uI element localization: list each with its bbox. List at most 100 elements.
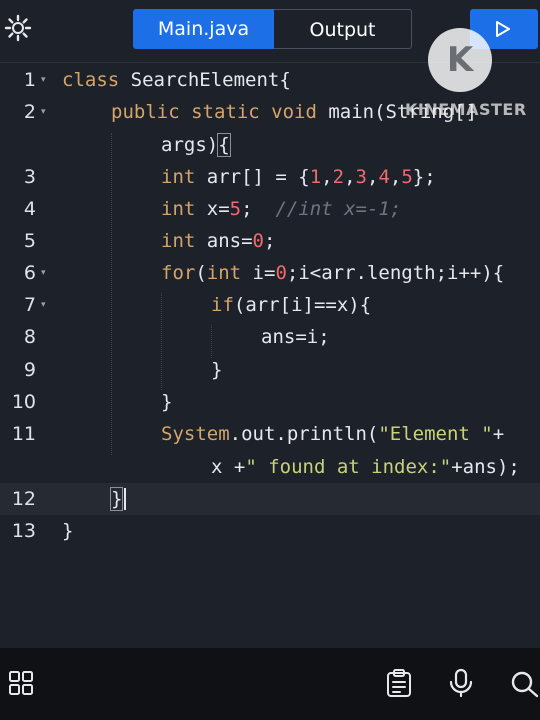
mic-icon[interactable] bbox=[448, 668, 474, 698]
code-line[interactable]: 12} bbox=[0, 483, 540, 515]
code-token: //int x=-1; bbox=[275, 198, 402, 220]
code-token: if bbox=[211, 294, 234, 316]
code-token: x= bbox=[195, 198, 230, 220]
code-text: int arr[] = {1,2,3,4,5}; bbox=[161, 161, 436, 193]
code-token: " found at index:" bbox=[245, 456, 452, 478]
code-editor[interactable]: 1 ▾ class SearchElement{2 ▾ public static vo… bbox=[0, 63, 540, 648]
code-token: , bbox=[344, 166, 356, 188]
code-text: class SearchElement{ bbox=[62, 64, 291, 96]
line-number: 12 bbox=[11, 488, 36, 510]
code-token: , bbox=[366, 166, 379, 188]
fold-arrow-icon[interactable]: ▾ bbox=[41, 96, 46, 128]
code-token: x + bbox=[211, 456, 246, 478]
code-token: int bbox=[161, 198, 196, 220]
code-line[interactable]: 8 ans=i; bbox=[0, 321, 540, 353]
line-number: 6 bbox=[23, 262, 36, 284]
code-token: 2 bbox=[332, 166, 345, 188]
code-token: for bbox=[161, 262, 196, 284]
code-text: x +" found at index:"+ans); bbox=[211, 451, 520, 483]
code-token: ans= bbox=[195, 230, 253, 252]
fold-arrow-icon[interactable]: ▾ bbox=[41, 257, 46, 289]
code-token: "Element " bbox=[378, 423, 493, 445]
code-token: int bbox=[161, 166, 196, 188]
code-token: int bbox=[206, 262, 242, 284]
fold-arrow-icon[interactable]: ▾ bbox=[41, 64, 46, 96]
search-icon[interactable] bbox=[510, 670, 540, 698]
code-token: + bbox=[492, 423, 505, 445]
code-text: } bbox=[161, 386, 172, 418]
code-token: i= bbox=[241, 262, 276, 284]
code-text: } bbox=[62, 515, 73, 547]
code-token: } bbox=[109, 487, 124, 511]
indent-guide bbox=[161, 293, 163, 390]
clipboard-icon[interactable] bbox=[385, 668, 413, 698]
line-number: 9 bbox=[23, 359, 36, 381]
code-line[interactable]: 11 System.out.println("Element "+ bbox=[0, 418, 540, 450]
code-line[interactable]: 3 int arr[] = {1,2,3,4,5}; bbox=[0, 161, 540, 193]
code-line[interactable]: 7 ▾ if(arr[i]==x){ bbox=[0, 289, 540, 321]
code-text: } bbox=[211, 354, 222, 386]
text-cursor bbox=[124, 488, 126, 510]
line-number: 2 bbox=[23, 101, 36, 123]
grid-icon[interactable] bbox=[8, 670, 34, 696]
line-number: 5 bbox=[23, 230, 36, 252]
code-token: arr[] = { bbox=[195, 166, 310, 188]
code-token: class bbox=[62, 69, 120, 91]
code-token: args) bbox=[161, 134, 219, 156]
code-token: 0 bbox=[252, 230, 264, 252]
code-text: int ans=0; bbox=[161, 225, 275, 257]
code-token: (arr[i]==x){ bbox=[233, 294, 372, 316]
code-line[interactable]: 10} bbox=[0, 386, 540, 418]
code-text: for(int i=0;i<arr.length;i++){ bbox=[161, 257, 504, 289]
line-number: 3 bbox=[23, 166, 36, 188]
line-number: 8 bbox=[23, 326, 36, 348]
code-line[interactable]: x +" found at index:"+ans); bbox=[0, 451, 540, 483]
code-token: , bbox=[389, 166, 402, 188]
code-token: int bbox=[161, 230, 196, 252]
watermark-logo: K bbox=[428, 28, 492, 92]
code-token: , bbox=[321, 166, 333, 188]
watermark-logo-letter: K bbox=[446, 40, 474, 80]
code-line[interactable]: args){ bbox=[0, 129, 540, 161]
gear-icon[interactable] bbox=[4, 14, 32, 42]
fold-arrow-icon[interactable]: ▾ bbox=[41, 289, 46, 321]
code-line[interactable]: 13} bbox=[0, 515, 540, 547]
code-text: System.out.println("Element "+ bbox=[161, 418, 504, 450]
code-text: int x=5; //int x=-1; bbox=[161, 193, 401, 225]
code-line[interactable]: 9} bbox=[0, 354, 540, 386]
line-number: 1 bbox=[23, 69, 36, 91]
code-text: } bbox=[109, 483, 124, 515]
code-token: 5 bbox=[229, 198, 242, 220]
code-token: ; bbox=[241, 198, 276, 220]
code-token: +ans); bbox=[451, 456, 520, 478]
code-token: } bbox=[161, 391, 173, 413]
code-token: ( bbox=[195, 262, 207, 284]
code-token: public static void bbox=[111, 101, 317, 123]
indent-guide bbox=[111, 133, 113, 455]
line-number: 4 bbox=[23, 198, 36, 220]
line-number: 10 bbox=[11, 391, 36, 413]
play-icon bbox=[496, 21, 510, 37]
code-token: SearchElement{ bbox=[119, 69, 291, 91]
code-line[interactable]: 5 int ans=0; bbox=[0, 225, 540, 257]
code-line[interactable]: 6 ▾ for(int i=0;i<arr.length;i++){ bbox=[0, 257, 540, 289]
code-token: ans=i; bbox=[261, 326, 330, 348]
code-text: args){ bbox=[161, 129, 231, 161]
line-number: 11 bbox=[11, 423, 36, 445]
code-token: } bbox=[211, 359, 223, 381]
code-token: ; bbox=[263, 230, 276, 252]
code-token: .out.println( bbox=[229, 423, 379, 445]
code-token: }; bbox=[412, 166, 436, 188]
bottom-toolbar bbox=[0, 648, 540, 720]
code-token: ;i<arr.length;i++){ bbox=[286, 262, 505, 284]
code-token: { bbox=[217, 133, 231, 157]
code-token: } bbox=[62, 520, 74, 542]
code-line[interactable]: 4 int x=5; //int x=-1; bbox=[0, 193, 540, 225]
code-token: 0 bbox=[275, 262, 287, 284]
line-number: 7 bbox=[23, 294, 36, 316]
code-token: System bbox=[161, 423, 230, 445]
code-token: 4 bbox=[378, 166, 390, 188]
tab-main-java[interactable]: Main.java bbox=[133, 9, 274, 49]
tab-output[interactable]: Output bbox=[274, 9, 412, 49]
code-token: 5 bbox=[401, 166, 413, 188]
